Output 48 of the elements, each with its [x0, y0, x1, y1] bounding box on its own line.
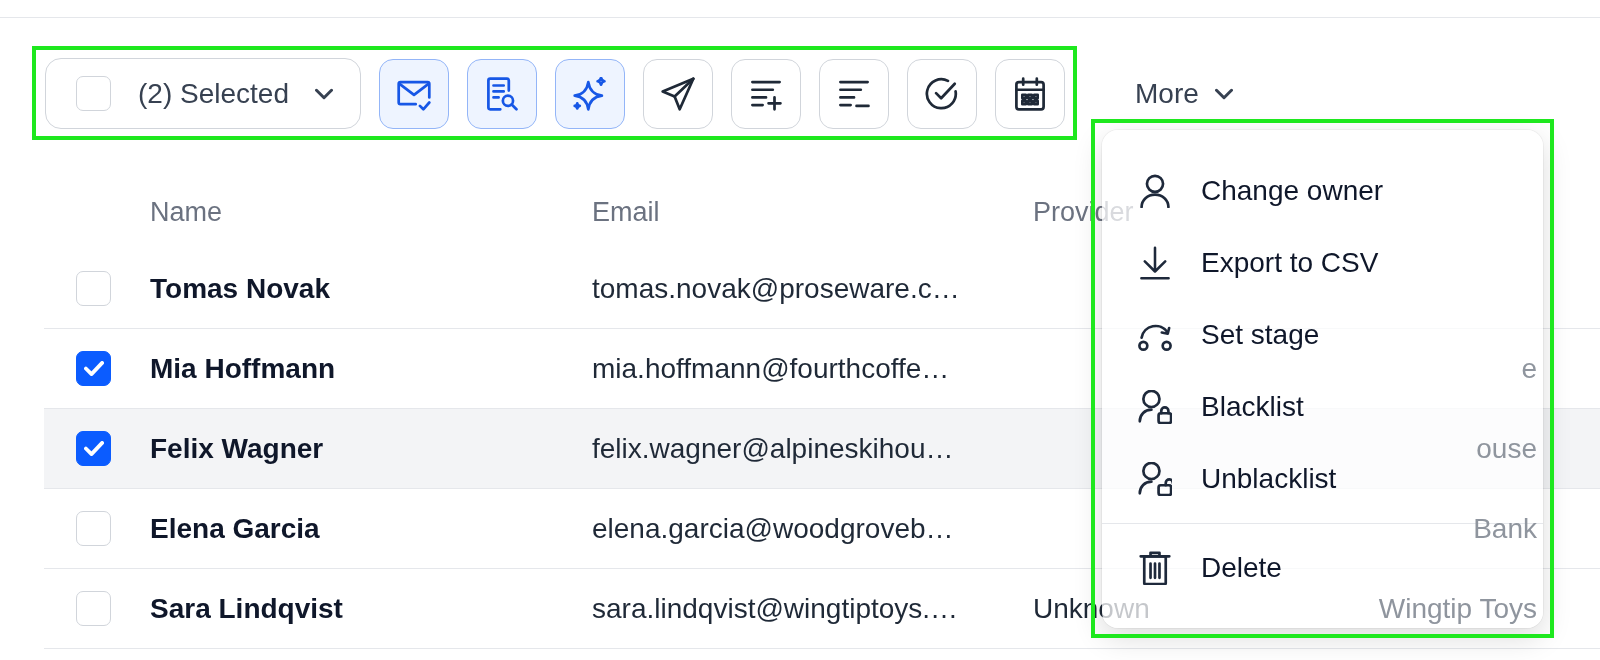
table-cell: e	[1521, 352, 1537, 385]
menu-item[interactable]: Change owner	[1138, 155, 1394, 227]
menu-item[interactable]: Unblacklist	[1138, 442, 1347, 515]
trash-icon	[1138, 551, 1172, 586]
select-all-checkbox[interactable]	[76, 76, 111, 111]
download-icon	[1138, 245, 1172, 280]
calendar-icon	[1013, 76, 1047, 111]
person-unlock-icon	[1138, 461, 1172, 496]
person-lock-icon	[1138, 389, 1172, 424]
table-cell: ouse	[1476, 432, 1537, 465]
calendar-button[interactable]	[995, 58, 1065, 129]
paper-plane-icon	[661, 76, 695, 111]
document-search-button[interactable]	[467, 58, 537, 129]
column-header: Email	[591, 196, 661, 228]
row-checkbox[interactable]	[76, 351, 111, 386]
envelope-check-button[interactable]	[379, 58, 449, 129]
sparkle-icon	[573, 76, 607, 111]
menu-item[interactable]: Blacklist	[1138, 370, 1314, 443]
menu-item[interactable]: Export to CSV	[1138, 226, 1389, 299]
list-minus-button[interactable]	[819, 58, 889, 129]
name-cell: Felix Wagner	[150, 432, 324, 465]
name-cell: Elena Garcia	[150, 512, 320, 545]
person-icon	[1138, 173, 1172, 208]
email-cell: sara.lindqvist@wingtiptoys.…	[592, 592, 959, 625]
check-circle-button[interactable]	[907, 58, 977, 129]
menu-item[interactable]: Set stage	[1138, 298, 1330, 371]
list-plus-button[interactable]	[731, 58, 801, 129]
email-cell: tomas.novak@proseware.c…	[592, 272, 960, 305]
chevron-down-icon	[314, 87, 333, 100]
sparkle-button[interactable]	[555, 58, 625, 129]
name-cell: Sara Lindqvist	[150, 592, 343, 625]
more-button[interactable]: More	[1135, 77, 1233, 110]
check-circle-icon	[925, 76, 959, 111]
column-header: Name	[149, 196, 224, 228]
table-cell: Bank	[1473, 512, 1537, 545]
paper-plane-button[interactable]	[643, 58, 713, 129]
checkmark-icon	[83, 361, 104, 376]
name-cell: Tomas Novak	[150, 272, 330, 305]
table-cell: Wingtip Toys	[1378, 592, 1537, 625]
chevron-down-icon	[1214, 87, 1233, 100]
email-cell: felix.wagner@alpineskihou…	[592, 432, 954, 465]
email-cell: mia.hoffmann@fourthcoffe…	[592, 352, 950, 385]
checkmark-icon	[83, 441, 104, 456]
email-cell: elena.garcia@woodgroveb…	[592, 512, 954, 545]
selection-dropdown[interactable]: (2) Selected	[45, 58, 361, 129]
document-search-icon	[485, 76, 519, 111]
row-checkbox[interactable]	[76, 431, 111, 466]
name-cell: Mia Hoffmann	[150, 352, 336, 385]
